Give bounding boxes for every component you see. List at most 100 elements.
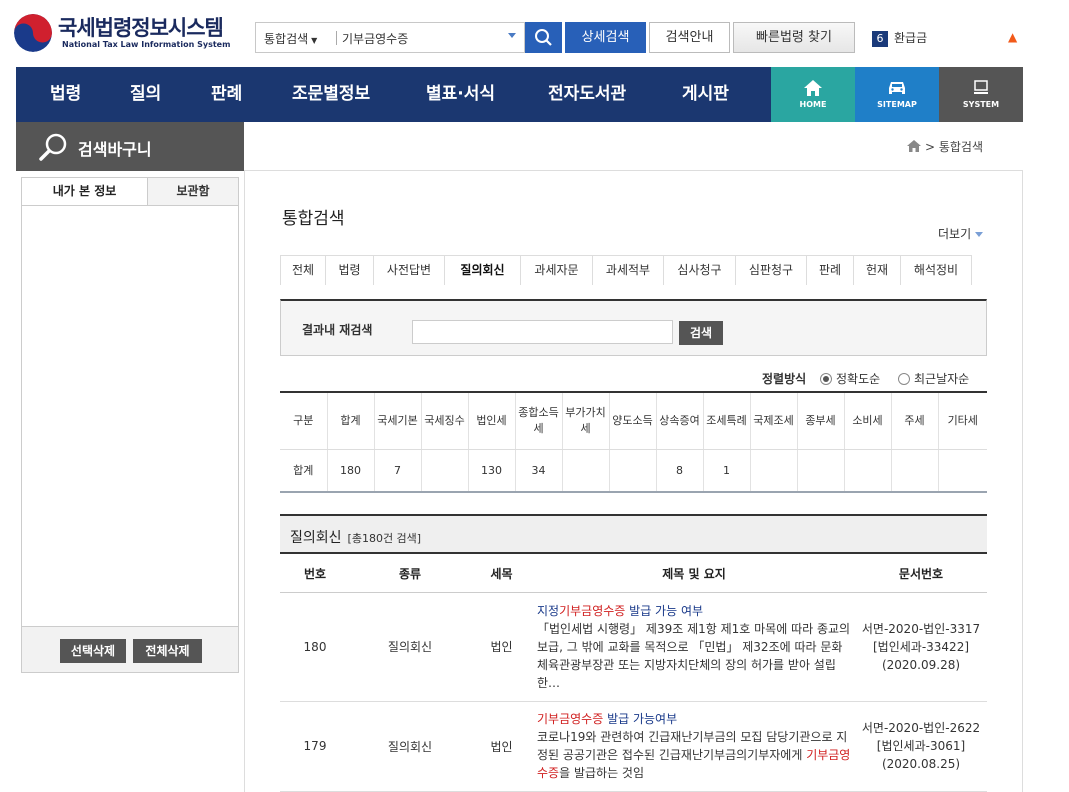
result-title-link[interactable]: 지정기부금영수증 발급 가능 여부 [537, 602, 851, 620]
site-logo[interactable]: 국세법령정보시스템 National Tax Law Information S… [14, 12, 234, 56]
caret-down-icon: ▼ [311, 36, 318, 45]
home-icon[interactable] [907, 140, 922, 152]
car-icon [889, 82, 905, 94]
row-tax: 법인 [470, 701, 533, 792]
search-basket-panel: 내가 본 정보 보관함 선택삭제 전체삭제 [21, 177, 239, 673]
stat-header: 양도소득 [609, 393, 657, 450]
tab-pre-answer[interactable]: 사전답변 [374, 256, 445, 285]
stat-value[interactable] [844, 449, 892, 491]
tab-trial-claim[interactable]: 심판청구 [736, 256, 807, 285]
more-button[interactable]: 더보기 [938, 225, 984, 242]
nav-item-forms[interactable]: 별표·서식 [426, 67, 495, 122]
stat-value[interactable] [750, 449, 798, 491]
refine-search-input[interactable] [412, 320, 673, 344]
logo-subtitle: National Tax Law Information System [62, 40, 231, 49]
search-input[interactable] [342, 27, 502, 49]
stat-value[interactable] [891, 449, 939, 491]
stat-header: 합계 [327, 393, 375, 450]
sitemap-button[interactable]: SITEMAP [855, 67, 939, 122]
tax-stats-table: 구분 합계 국세기본 국세징수 법인세 종합소득세 부가가치세 양도소득 상속증여 조세특례 국제조… [280, 391, 987, 493]
nav-item-inquiry[interactable]: 질의 [130, 67, 161, 122]
stat-value[interactable]: 34 [515, 449, 563, 491]
result-title-link[interactable]: 기부금영수증 발급 가능여부 [537, 710, 851, 728]
row-doc-number: 서면-2020-법인-3317 [법인세과-33422] (2020.09.28… [855, 592, 987, 702]
search-category-select[interactable]: 통합검색 ▼ [264, 30, 317, 47]
nav-item-precedent[interactable]: 판례 [211, 67, 242, 122]
results-section-title: 질의회신 [290, 530, 342, 546]
page-title: 통합검색 [282, 209, 345, 229]
tab-constitutional[interactable]: 헌재 [854, 256, 901, 285]
sort-latest[interactable]: 최근날자순 [898, 372, 969, 386]
basket-actions: 선택삭제 전체삭제 [22, 626, 238, 672]
results-count: [총180건 검색] [347, 532, 422, 545]
delete-all-button[interactable]: 전체삭제 [133, 639, 202, 663]
row-number: 179 [280, 701, 350, 792]
table-row: 179 질의회신 법인 기부금영수증 발급 가능여부 코로나19와 관련하여 긴… [280, 701, 987, 792]
breadcrumb-separator: > [924, 140, 935, 154]
row-number: 180 [280, 592, 350, 702]
stat-value[interactable]: 1 [703, 449, 751, 491]
tab-inquiry-reply[interactable]: 질의회신 [445, 256, 521, 285]
tab-laws[interactable]: 법령 [326, 256, 374, 285]
search-box: 통합검색 ▼ [255, 22, 525, 53]
stat-value[interactable] [562, 449, 610, 491]
emblem-icon [14, 14, 52, 52]
stat-header: 부가가치세 [562, 393, 610, 450]
stat-value[interactable]: 130 [468, 449, 516, 491]
stat-header: 국세징수 [421, 393, 469, 450]
tab-tax-review[interactable]: 과세적부 [593, 256, 664, 285]
stat-value[interactable]: 180 [327, 449, 375, 491]
nav-item-library[interactable]: 전자도서관 [548, 67, 626, 122]
stat-value[interactable] [609, 449, 657, 491]
system-button[interactable]: SYSTEM [939, 67, 1023, 122]
col-kind: 종류 [350, 556, 470, 593]
stat-header: 법인세 [468, 393, 516, 450]
search-button[interactable] [525, 22, 562, 53]
tab-tax-advice[interactable]: 과세자문 [521, 256, 593, 285]
stat-header: 주세 [891, 393, 939, 450]
row-kind: 질의회신 [350, 701, 470, 792]
stat-value[interactable]: 7 [374, 449, 422, 491]
trending-keyword[interactable]: 6 환급금 [872, 29, 927, 47]
rank-keyword: 환급금 [894, 31, 928, 45]
row-tax: 법인 [470, 592, 533, 702]
tab-all[interactable]: 전체 [281, 256, 326, 285]
tab-saved[interactable]: 보관함 [148, 178, 238, 205]
rank-number: 6 [872, 31, 888, 47]
home-icon [804, 80, 822, 96]
nav-item-board[interactable]: 게시판 [682, 67, 729, 122]
search-history-dropdown-icon[interactable] [508, 33, 516, 38]
nav-item-article-info[interactable]: 조문별정보 [292, 67, 370, 122]
stat-value[interactable]: 8 [656, 449, 704, 491]
sort-options: 정렬방식 정확도순 최근날자순 [762, 370, 969, 387]
tab-viewed-info[interactable]: 내가 본 정보 [22, 178, 148, 205]
search-basket-header: 검색바구니 [16, 122, 244, 171]
col-number: 번호 [280, 556, 350, 593]
col-title-summary: 제목 및 요지 [533, 556, 855, 593]
refine-search-button[interactable]: 검색 [679, 321, 723, 345]
search-guide-button[interactable]: 검색안내 [649, 22, 730, 53]
stat-header: 국세기본 [374, 393, 422, 450]
stat-header: 종부세 [797, 393, 845, 450]
delete-selected-button[interactable]: 선택삭제 [60, 639, 126, 663]
search-icon [535, 29, 552, 46]
category-tabs: 전체 법령 사전답변 질의회신 과세자문 과세적부 심사청구 심판청구 판례 헌… [280, 255, 972, 285]
col-doc-number: 문서번호 [855, 556, 987, 593]
detail-search-button[interactable]: 상세검색 [565, 22, 646, 53]
home-button[interactable]: HOME [771, 67, 855, 122]
main-nav: 법령 질의 판례 조문별정보 별표·서식 전자도서관 게시판 HOME SITE… [16, 67, 1023, 122]
sort-accuracy[interactable]: 정확도순 [820, 372, 880, 386]
stat-value[interactable] [938, 449, 987, 491]
stat-value[interactable] [797, 449, 845, 491]
stat-header: 조세특례 [703, 393, 751, 450]
tab-interpretation[interactable]: 해석정비 [901, 256, 972, 285]
tab-review-claim[interactable]: 심사청구 [664, 256, 736, 285]
tab-precedent[interactable]: 판례 [807, 256, 854, 285]
nav-item-laws[interactable]: 법령 [50, 67, 81, 122]
stat-value[interactable] [421, 449, 469, 491]
chevron-down-icon [975, 232, 984, 237]
divider [336, 31, 337, 45]
refine-search-box: 결과내 재검색 검색 [280, 299, 987, 356]
result-summary: 「법인세법 시행령」 제39조 제1항 제1호 마목에 따라 종교의 보급, 그… [537, 621, 851, 690]
quick-law-find-button[interactable]: 빠른법령 찾기 [733, 22, 855, 53]
